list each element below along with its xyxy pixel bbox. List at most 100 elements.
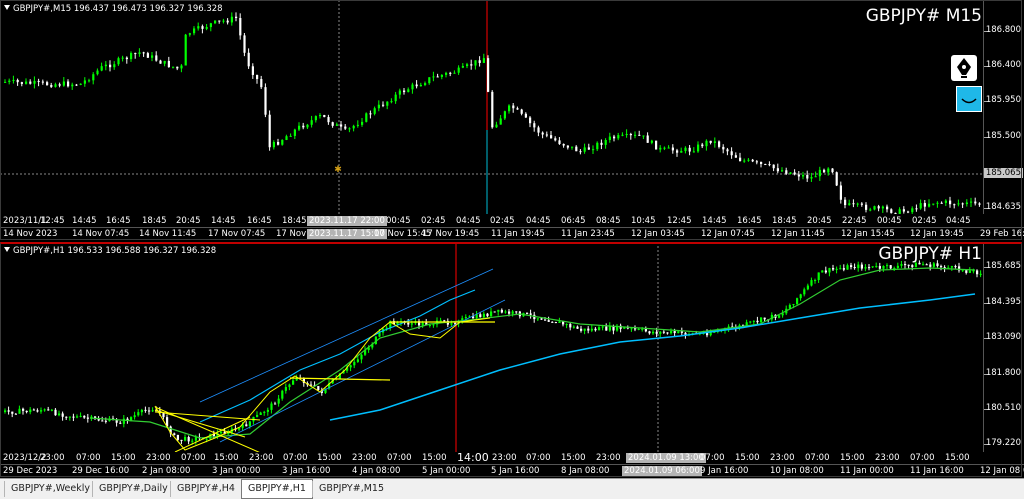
bull-candle	[398, 90, 401, 95]
hour-label: 15:00	[945, 453, 970, 463]
hour-label: 23:00	[249, 453, 274, 463]
bear-candle	[544, 319, 547, 321]
bear-candle	[11, 411, 14, 414]
bear-candle	[36, 410, 39, 412]
fountain-pen-button[interactable]	[951, 55, 977, 81]
h1-hour-labels: 2023/12/2 23:00 07:00 15:00 23:00 07:00 …	[0, 451, 984, 464]
tab-gbpjpy-h1[interactable]: GBPJPY#,H1	[241, 479, 313, 499]
bull-candle	[68, 416, 71, 418]
bear-candle	[500, 309, 503, 313]
bear-candle	[104, 420, 107, 422]
bull-candle	[621, 134, 624, 136]
hour-label: 07:00	[283, 453, 308, 463]
date-label: 9 Jan 16:00	[700, 466, 749, 476]
bear-candle	[25, 410, 28, 413]
tab-gbpjpy-h4[interactable]: GBPJPY#,H4	[170, 481, 241, 497]
bear-candle	[751, 159, 754, 162]
m15-time-axis[interactable]: 14 Nov 2023 14 Nov 07:45 14 Nov 11:45 17…	[0, 227, 1024, 240]
bull-candle	[289, 135, 292, 137]
h1-price-plot[interactable]	[0, 242, 984, 452]
bear-candle	[142, 52, 145, 54]
bull-candle	[508, 105, 511, 112]
bear-candle	[680, 331, 683, 333]
bull-candle	[789, 172, 792, 174]
hour-label: 15:00	[735, 453, 760, 463]
bear-candle	[344, 126, 347, 129]
hour-label: 20:45	[807, 216, 832, 226]
h1-ohlc-text: GBPJPY#,H1 196.533 196.588 196.327 196.3…	[13, 246, 217, 256]
bear-candle	[915, 208, 918, 210]
h1-price-label: 180.510	[985, 403, 1021, 413]
h1-time-axis[interactable]: 29 Dec 2023 29 Dec 16:00 2 Jan 08:00 3 J…	[0, 464, 1024, 477]
bear-candle	[580, 328, 583, 331]
bear-candle	[119, 422, 122, 424]
tab-gbpjpy-m15[interactable]: GBPJPY#,M15	[312, 481, 390, 497]
bear-candle	[61, 413, 64, 417]
bear-candle	[594, 328, 597, 331]
bull-candle	[466, 64, 469, 67]
bear-candle	[823, 169, 826, 173]
bull-candle	[944, 200, 947, 203]
bear-candle	[890, 209, 893, 213]
chart-window-h1[interactable]: GBPJPY#,H1 196.533 196.588 196.327 196.3…	[0, 242, 1024, 477]
bull-candle	[92, 74, 95, 81]
bull-candle	[197, 26, 200, 29]
bull-candle	[411, 84, 414, 90]
bull-candle	[83, 80, 86, 84]
m15-price-label: 184.635	[985, 202, 1021, 212]
bull-candle	[590, 328, 593, 331]
bear-candle	[655, 140, 658, 150]
h1-price-scale[interactable]: 185.685 184.395 183.090 181.800 180.510 …	[983, 242, 1024, 452]
hour-label: 07:00	[181, 453, 206, 463]
date-label: 12 Jan 11:45	[771, 229, 825, 239]
bull-candle	[25, 81, 28, 84]
bear-candle	[245, 424, 248, 427]
hour-label: 23:00	[40, 453, 65, 463]
bear-candle	[251, 66, 254, 75]
collapse-triangle-icon[interactable]	[4, 247, 10, 252]
bear-candle	[32, 409, 35, 411]
bull-candle	[79, 83, 82, 85]
bull-candle	[747, 159, 750, 161]
chart-window-m15[interactable]: ✱ GBPJPY#,M15 196.437 196.473 196.327 19…	[0, 0, 1024, 240]
m15-price-plot[interactable]: ✱	[0, 0, 984, 214]
hour-label: 02:45	[912, 216, 937, 226]
bull-candle	[659, 331, 662, 334]
bull-candle	[194, 437, 197, 441]
bull-candle	[752, 320, 755, 322]
bull-candle	[623, 327, 626, 329]
bear-candle	[323, 115, 326, 118]
m15-hour-labels: 2023/11/1 12:45 14:45 16:45 18:45 20:45 …	[0, 216, 984, 227]
bull-candle	[625, 133, 628, 135]
tab-gbpjpy-daily[interactable]: GBPJPY#,Daily	[92, 481, 174, 497]
bear-candle	[850, 265, 853, 267]
bear-candle	[894, 212, 897, 214]
bull-candle	[439, 320, 442, 322]
h1-channel-upper-line	[199, 268, 494, 403]
bull-candle	[104, 64, 107, 67]
m15-crosshair-marker-icon: ✱	[334, 165, 342, 175]
bear-candle	[755, 161, 758, 163]
bull-candle	[360, 354, 363, 360]
collapse-triangle-icon[interactable]	[4, 5, 10, 10]
bear-candle	[877, 206, 880, 209]
bull-candle	[896, 265, 899, 268]
bull-candle	[137, 412, 140, 416]
bull-candle	[184, 34, 187, 66]
m15-current-price-tag: 185.065	[983, 168, 1023, 178]
bull-candle	[873, 206, 876, 210]
smile-button[interactable]	[956, 86, 982, 112]
bear-candle	[831, 168, 834, 173]
tab-gbpjpy-weekly[interactable]: GBPJPY#,Weekly	[4, 481, 96, 497]
bear-candle	[925, 264, 928, 266]
bear-candle	[201, 26, 204, 29]
bear-candle	[878, 266, 881, 269]
bull-candle	[40, 410, 43, 412]
bear-candle	[317, 386, 320, 391]
m15-price-scale[interactable]: 186.800 186.400 185.950 185.500 185.065 …	[983, 0, 1024, 214]
h1-crosshair-date-tag: 2024.01.09 06:00	[622, 466, 702, 476]
bull-candle	[592, 149, 595, 151]
hour-label: 18:45	[282, 216, 307, 226]
bull-candle	[396, 322, 399, 325]
bear-candle	[587, 147, 590, 150]
